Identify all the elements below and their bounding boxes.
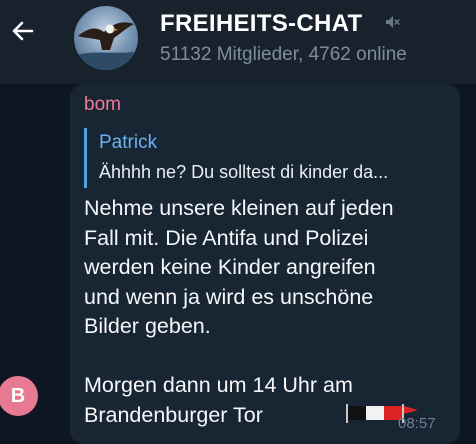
eagle-icon xyxy=(74,22,138,70)
message-time: 08:57 xyxy=(398,415,436,432)
arrow-left-icon[interactable] xyxy=(10,18,36,44)
member-count: 51132 Mitglieder, 4762 online xyxy=(160,44,407,65)
message-text: Nehme unsere kleinen auf jeden Fall mit.… xyxy=(84,196,394,427)
chat-header: FREIHEITS-CHAT 51132 Mitglieder, 4762 on… xyxy=(0,0,476,84)
chat-avatar[interactable] xyxy=(74,6,138,70)
sender-avatar[interactable]: B xyxy=(0,376,38,416)
sender-name[interactable]: bom xyxy=(84,94,121,116)
message-bubble[interactable]: bom Patrick Ähhhh ne? Du solltest di kin… xyxy=(70,84,460,444)
reply-preview: Ähhhh ne? Du solltest di kinder da... xyxy=(99,162,389,182)
muted-speaker-icon xyxy=(386,16,400,28)
reply-author: Patrick xyxy=(99,132,158,153)
reply-quote[interactable]: Patrick Ähhhh ne? Du solltest di kinder … xyxy=(84,128,447,188)
chat-title[interactable]: FREIHEITS-CHAT xyxy=(160,10,362,38)
